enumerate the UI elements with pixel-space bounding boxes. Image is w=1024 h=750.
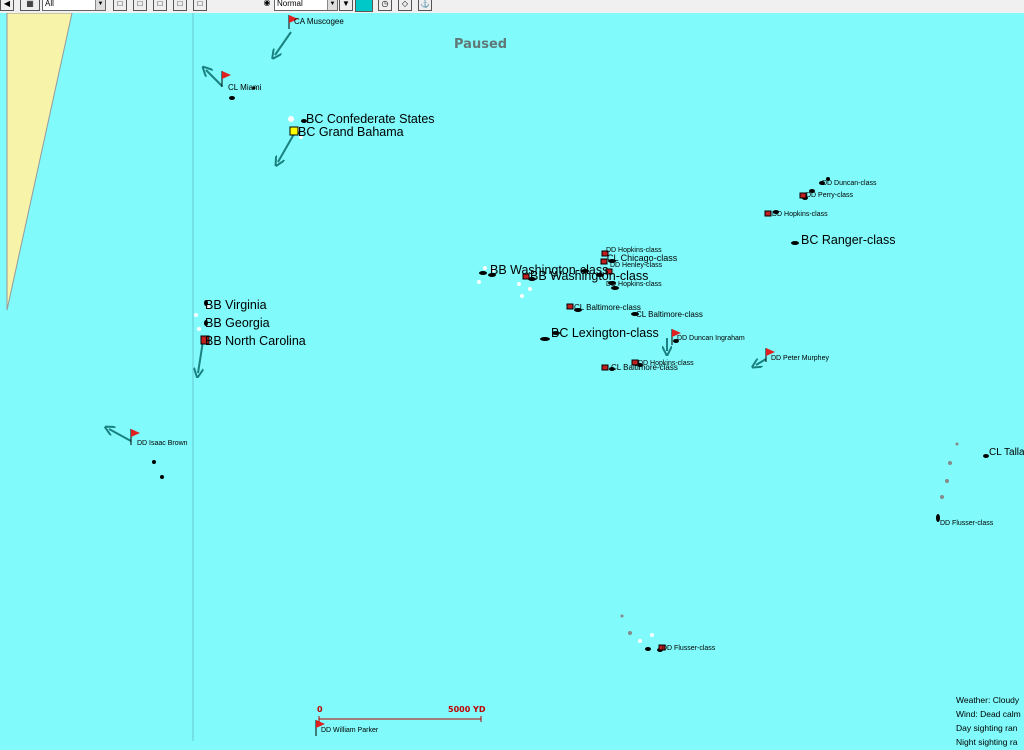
filter-select-value: All: [45, 0, 54, 8]
distant-contacts: [620, 442, 959, 635]
clock-icon[interactable]: ◷: [378, 0, 392, 11]
speed-down-button[interactable]: ▼: [339, 0, 353, 11]
unit-label[interactable]: BC Lexington-class: [551, 326, 659, 340]
unit-label[interactable]: DD Perry-class: [806, 192, 853, 199]
course-vector: [206, 70, 223, 87]
unit-label[interactable]: BB Georgia: [205, 316, 270, 330]
unit-label[interactable]: CL Baltimore-class: [574, 303, 641, 312]
view-button-2[interactable]: □: [133, 0, 147, 11]
unit-label[interactable]: DD Peter Murphey: [771, 355, 829, 362]
land-mass: [6, 13, 73, 311]
course-vector: [109, 429, 132, 442]
tactical-map[interactable]: Paused CA Muscogee CL Miami BC Confedera…: [0, 13, 1024, 747]
course-vector: [756, 359, 767, 365]
chevron-down-icon: ▼: [95, 0, 105, 10]
unit-label[interactable]: BB North Carolina: [205, 334, 306, 348]
view-button-5[interactable]: □: [193, 0, 207, 11]
speed-select[interactable]: Normal ▼: [274, 0, 338, 11]
unit-label[interactable]: BB Virginia: [205, 298, 267, 312]
unit-label[interactable]: DD Flusser-class: [940, 520, 993, 527]
view-button-3[interactable]: □: [153, 0, 167, 11]
unit-label[interactable]: DD William Parker: [321, 727, 378, 734]
speed-select-value: Normal: [277, 0, 303, 8]
scroll-left-button[interactable]: ◀: [0, 0, 14, 11]
course-vector: [198, 340, 204, 373]
unit-label[interactable]: DD Henley-class: [610, 262, 662, 269]
unit-label[interactable]: CL Talla: [989, 447, 1024, 458]
unit-label[interactable]: CL Miami: [228, 83, 261, 92]
pause-status: Paused: [454, 37, 508, 52]
course-vector: [278, 133, 295, 162]
wind-text: Wind: Dead calm: [956, 709, 1021, 719]
day-sighting-text: Day sighting ran: [956, 723, 1018, 733]
unit-label[interactable]: DD Duncan-class: [822, 180, 876, 187]
chevron-down-icon: ▼: [327, 0, 337, 10]
ship-icons: [200, 126, 807, 651]
unit-label[interactable]: DD Hopkins-class: [772, 211, 828, 218]
night-sighting-text: Night sighting ra: [956, 737, 1018, 747]
unit-label[interactable]: DD Isaac Brown: [137, 440, 188, 447]
toolbar: ◀ ▦ All ▼ □ □ □ □ □ ◉ Normal ▼ ▼ ◷ ◇ ⚓: [0, 0, 1024, 13]
course-vector: [275, 31, 292, 55]
unit-label[interactable]: CA Muscogee: [294, 17, 344, 26]
map-canvas: [6, 13, 989, 741]
view-button-1[interactable]: □: [113, 0, 127, 11]
unit-label[interactable]: DD Duncan Ingraham: [677, 335, 745, 342]
flag-markers: [130, 15, 775, 736]
unit-label[interactable]: CL Baltimore-class: [636, 310, 703, 319]
filter-select[interactable]: All ▼: [42, 0, 106, 11]
weather-text: Weather: Cloudy: [956, 695, 1020, 705]
anchor-icon[interactable]: ⚓: [418, 0, 432, 11]
scale-distance-label: 5000 YD: [448, 705, 486, 714]
ship-wakes: [152, 86, 989, 652]
weather-panel: Weather: Cloudy Wind: Dead calm Day sigh…: [956, 692, 1021, 748]
compass-icon[interactable]: ◉: [260, 0, 274, 11]
diamond-icon[interactable]: ◇: [398, 0, 412, 11]
view-button-4[interactable]: □: [173, 0, 187, 11]
unit-label[interactable]: BC Confederate States: [306, 112, 435, 126]
unit-label[interactable]: CL Baltimore-class: [611, 363, 678, 372]
color-swatch[interactable]: [355, 0, 373, 12]
unit-label[interactable]: BC Grand Bahama: [298, 125, 404, 139]
scale-zero-label: 0: [317, 705, 323, 714]
scale-bar: [318, 716, 482, 722]
grid-icon[interactable]: ▦: [20, 0, 40, 11]
unit-label[interactable]: DD Hopkins-class: [606, 281, 662, 288]
shell-splashes: [194, 116, 654, 643]
unit-label[interactable]: BC Ranger-class: [801, 233, 895, 247]
unit-label[interactable]: DD Flusser-class: [662, 645, 715, 652]
